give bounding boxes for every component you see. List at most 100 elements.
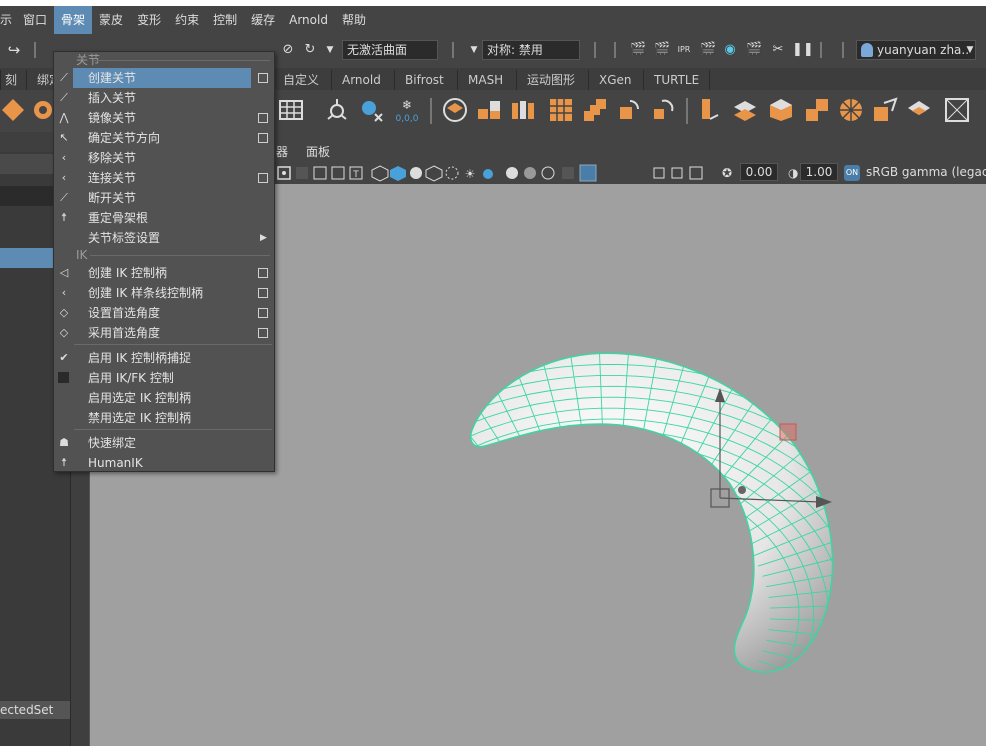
menu-item-joint-labelling[interactable]: 关节标签设置 ▶ (54, 228, 274, 248)
symmetry-field[interactable]: 对称: 禁用 (482, 40, 580, 60)
render-settings-icon[interactable]: 🎬 (700, 42, 716, 58)
menu-display[interactable]: 示 (0, 6, 16, 34)
chevron-down-icon[interactable]: ▼ (962, 42, 978, 58)
lattice-icon[interactable] (768, 97, 794, 123)
menu-skin[interactable]: 蒙皮 (92, 6, 130, 34)
render-sequence-icon[interactable]: 🎬 (654, 42, 670, 58)
tab-xgen[interactable]: XGen (588, 70, 642, 90)
texture-deformer-icon[interactable] (944, 97, 970, 123)
divider (74, 429, 272, 430)
menu-skeleton[interactable]: 骨架 (54, 6, 93, 34)
redo-icon[interactable]: ↪ (6, 42, 22, 58)
magnet-icon[interactable]: ↻ (302, 42, 318, 58)
viewport-menu-renderer[interactable]: 器 (276, 142, 288, 162)
menu-item-assume-preferred-angle[interactable]: ◇ 采用首选角度 (54, 323, 274, 343)
flare-icon[interactable] (732, 97, 758, 123)
menu-item-humanik[interactable]: ☨ HumanIK (54, 453, 274, 473)
chevron-down-icon[interactable]: ▼ (322, 42, 338, 58)
menu-item-enable-ik-snap[interactable]: ✔ 启用 IK 控制柄捕捉 (54, 348, 274, 368)
cube-grid-icon[interactable] (548, 97, 574, 123)
option-box[interactable] (258, 73, 268, 83)
menu-item-label: 确定关节方向 (88, 131, 161, 145)
option-box[interactable] (258, 173, 268, 183)
viewport-menu-panels[interactable]: 面板 (306, 142, 330, 162)
timer-delete-icon[interactable] (358, 97, 384, 123)
option-box[interactable] (258, 328, 268, 338)
tab-mash[interactable]: MASH (457, 70, 513, 90)
staircase-icon[interactable] (582, 97, 608, 123)
menu-item-quick-rig[interactable]: ☗ 快速绑定 (54, 433, 274, 453)
menu-item-orient-joint[interactable]: ↖ 确定关节方向 (54, 128, 274, 148)
isolate-icons[interactable] (652, 164, 722, 182)
color-management-icon[interactable]: ON (844, 165, 860, 181)
tab-animation[interactable]: 刻 (0, 70, 21, 90)
menu-item-connect-joint[interactable]: ‹ 连接关节 (54, 168, 274, 188)
option-box[interactable] (258, 133, 268, 143)
grid-icon[interactable] (278, 97, 304, 123)
menu-item-set-preferred-angle[interactable]: ◇ 设置首选角度 (54, 303, 274, 323)
shrink-wrap-icon[interactable] (906, 97, 932, 123)
menu-item-reroot-skeleton[interactable]: ☨ 重定骨架根 (54, 208, 274, 228)
render-frame-icon[interactable]: 🎬 (630, 42, 646, 58)
menu-item-disable-selected-ik[interactable]: 禁用选定 IK 控制柄 (54, 408, 274, 428)
menu-deform[interactable]: 变形 (130, 6, 168, 34)
menu-item-remove-joint[interactable]: ‹ 移除关节 (54, 148, 274, 168)
render-setup-icon[interactable]: ✂ (770, 42, 786, 58)
render-view-icon[interactable]: 🎬 (746, 42, 762, 58)
menu-item-mirror-joint[interactable]: ⋀ 镜像关节 (54, 108, 274, 128)
viewport-tool-icons[interactable]: T ☀ (276, 164, 636, 182)
separator (842, 42, 844, 58)
tab-arnold[interactable]: Arnold (331, 70, 391, 90)
option-box[interactable] (258, 288, 268, 298)
option-box[interactable] (258, 113, 268, 123)
live-surface-field[interactable]: 无激活曲面 (342, 40, 438, 60)
separator (686, 98, 688, 124)
menu-help[interactable]: 帮助 (335, 6, 373, 34)
gamma-field[interactable]: 1.00 (800, 163, 838, 181)
squash-icon[interactable] (804, 97, 830, 123)
menu-item-enable-ikfk[interactable]: 启用 IK/FK 控制 (54, 368, 274, 388)
menu-item-create-joint[interactable]: ⟋ 创建关节 (54, 68, 274, 88)
menu-item-create-ik-handle[interactable]: ◁ 创建 IK 控制柄 (54, 263, 274, 283)
chevron-down-icon[interactable]: ▼ (466, 42, 482, 58)
tab-turtle[interactable]: TURTLE (643, 70, 711, 90)
tab-bifrost[interactable]: Bifrost (394, 70, 454, 90)
blocks-icon[interactable] (476, 97, 502, 123)
banana-mesh[interactable] (470, 353, 833, 673)
option-box[interactable] (258, 268, 268, 278)
layers-icon[interactable] (442, 97, 468, 123)
exposure-field[interactable]: 0.00 (740, 163, 778, 181)
bend-icon[interactable] (696, 97, 722, 123)
separator (452, 42, 454, 58)
menu-control[interactable]: 控制 (206, 6, 244, 34)
hypershade-icon[interactable]: ◉ (722, 42, 738, 58)
menu-windows[interactable]: 窗口 (16, 6, 54, 34)
tab-custom[interactable]: 自定义 (272, 70, 329, 90)
menu-cache[interactable]: 缓存 (244, 6, 282, 34)
rotate-cube-icon[interactable] (616, 97, 642, 123)
menu-item-enable-selected-ik[interactable]: 启用选定 IK 控制柄 (54, 388, 274, 408)
snap-plane-icon[interactable]: ⊘ (280, 42, 296, 58)
menu-item-create-ik-spline[interactable]: ‹ 创建 IK 样条线控制柄 (54, 283, 274, 303)
humanik-icon: ☨ (61, 456, 67, 469)
pillars-icon[interactable] (510, 97, 536, 123)
menu-item-insert-joint[interactable]: ⟋ 插入关节 (54, 88, 274, 108)
option-box[interactable] (258, 308, 268, 318)
tab-motion-graphics[interactable]: 运动图形 (516, 70, 585, 90)
wrap-icon[interactable] (872, 97, 898, 123)
menu-constrain[interactable]: 约束 (168, 6, 206, 34)
disconnect-joint-icon: ⟋ (60, 191, 68, 204)
svg-text:☀: ☀ (465, 167, 476, 181)
ipr-render-icon[interactable]: IPR (676, 42, 692, 58)
wheel-icon[interactable] (838, 97, 864, 123)
menu-arnold[interactable]: Arnold (282, 6, 335, 34)
colorspace-label[interactable]: sRGB gamma (legac (866, 163, 986, 181)
user-account-field[interactable]: yuanyuan zha.. (856, 40, 976, 60)
outliner-selected-set[interactable]: ectedSet (0, 701, 70, 719)
rotate-blocks-icon[interactable] (650, 97, 676, 123)
menu-item-disconnect-joint[interactable]: ⟋ 断开关节 (54, 188, 274, 208)
freeze-transform-icon[interactable]: ❄ 0,0,0 (394, 97, 420, 123)
joint-tool-icon[interactable] (324, 97, 350, 123)
pause-icon[interactable]: ❚❚ (792, 42, 814, 58)
diamond-icon[interactable] (0, 97, 26, 123)
